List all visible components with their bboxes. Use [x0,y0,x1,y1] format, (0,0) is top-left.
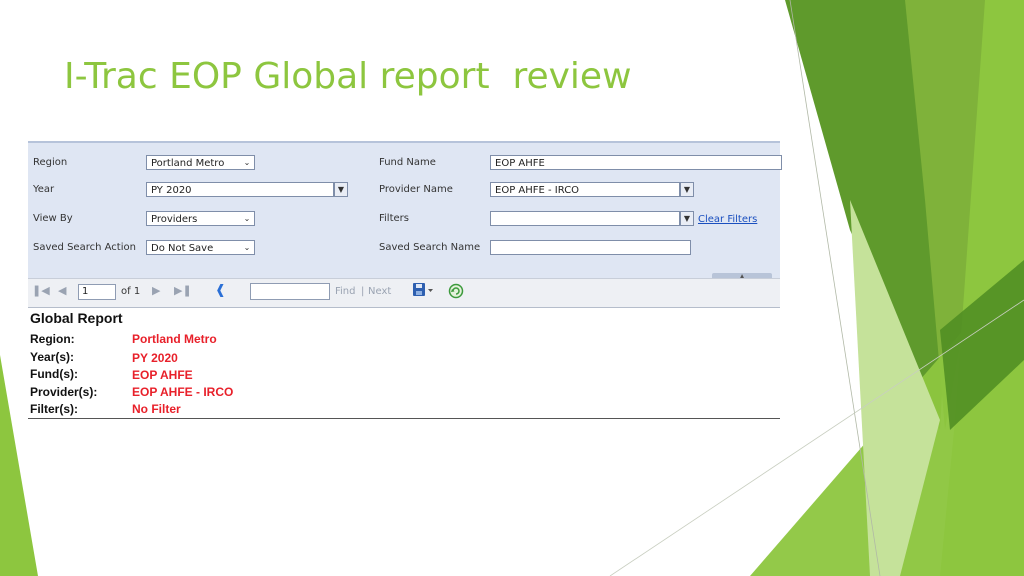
report-row-label: Region: [30,332,75,346]
provider-name-combobox[interactable]: EOP AHFE - IRCO [490,182,680,197]
caret-down-icon: ▼ [683,214,691,223]
report-row-value: No Filter [132,402,181,416]
chevron-down-icon: ⌄ [243,158,251,167]
caret-down-icon: ▼ [683,185,691,194]
page-number-value: 1 [82,286,89,297]
filters-label: Filters [379,213,409,224]
report-viewer-screenshot: Region Portland Metro ⌄ Year PY 2020 ▼ V… [28,141,782,419]
parameters-panel: Region Portland Metro ⌄ Year PY 2020 ▼ V… [28,141,782,280]
filters-dropdown-button[interactable]: ▼ [680,211,694,226]
export-save-icon[interactable] [412,282,434,301]
saved-search-name-input[interactable] [490,240,691,255]
provider-name-value: EOP AHFE - IRCO [495,185,580,196]
report-row-value: EOP AHFE [132,368,193,382]
report-row-value: EOP AHFE - IRCO [132,385,234,399]
provider-name-label: Provider Name [379,184,453,195]
region-select[interactable]: Portland Metro ⌄ [146,155,255,170]
chevron-down-icon: ⌄ [243,214,251,223]
chevron-down-icon: ⌄ [243,243,251,252]
find-button[interactable]: Find [335,286,356,297]
fund-name-field[interactable]: EOP AHFE [490,155,782,170]
next-match-button[interactable]: Next [368,286,391,297]
report-row-label: Fund(s): [30,367,78,381]
region-label: Region [33,157,68,168]
slide-title: I-Trac EOP Global report review [64,56,632,97]
page-count-label: of 1 [121,286,141,297]
year-combobox[interactable]: PY 2020 [146,182,334,197]
view-by-select-value: Providers [151,214,198,225]
fund-name-label: Fund Name [379,157,436,168]
saved-search-action-label: Saved Search Action [33,242,136,253]
report-row-label: Provider(s): [30,385,98,399]
report-row-label: Filter(s): [30,402,78,416]
next-page-icon[interactable]: ▶ [152,284,160,297]
report-row-label: Year(s): [30,350,75,364]
report-toolbar: ❚◀ ◀ 1 of 1 ▶ ▶❚ ❰ Find | Next [28,278,780,308]
filters-combobox[interactable] [490,211,680,226]
toolbar-separator: | [361,286,365,297]
clear-filters-link[interactable]: Clear Filters [698,214,757,225]
view-by-label: View By [33,213,73,224]
view-by-select[interactable]: Providers ⌄ [146,211,255,226]
saved-search-name-label: Saved Search Name [379,242,481,253]
back-icon[interactable]: ❰ [215,283,226,298]
refresh-icon[interactable] [448,283,464,302]
year-dropdown-button[interactable]: ▼ [334,182,348,197]
first-page-icon[interactable]: ❚◀ [32,284,50,297]
page-number-input[interactable]: 1 [78,284,116,300]
caret-down-icon: ▼ [337,185,345,194]
provider-dropdown-button[interactable]: ▼ [680,182,694,197]
find-input[interactable] [250,283,330,300]
saved-search-action-select[interactable]: Do Not Save ⌄ [146,240,255,255]
year-combobox-value: PY 2020 [151,185,192,196]
report-row-value: Portland Metro [132,332,217,346]
report-title: Global Report [30,310,123,326]
saved-search-action-value: Do Not Save [151,243,214,254]
year-label: Year [33,184,55,195]
last-page-icon[interactable]: ▶❚ [174,284,192,297]
region-select-value: Portland Metro [151,158,225,169]
fund-name-value: EOP AHFE [495,158,545,169]
report-row-value: PY 2020 [132,351,178,365]
prev-page-icon[interactable]: ◀ [58,284,66,297]
report-body: Global Report Region: Portland Metro Yea… [28,308,780,419]
